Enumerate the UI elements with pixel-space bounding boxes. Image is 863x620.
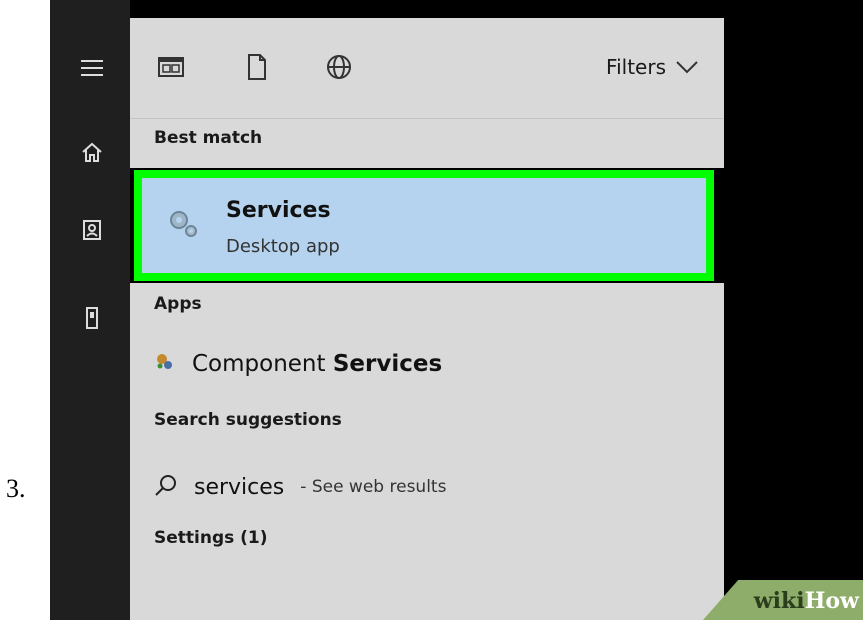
suggestion-query: services	[194, 474, 285, 500]
apps-icon[interactable]	[158, 54, 184, 80]
chevron-down-icon	[676, 55, 698, 79]
filters-button[interactable]: Filters	[606, 54, 698, 80]
contact-icon[interactable]	[80, 218, 104, 242]
apps-heading: Apps	[154, 294, 202, 314]
globe-icon[interactable]	[326, 54, 352, 80]
web-suggestion-item[interactable]: services - See web results	[154, 470, 446, 504]
taskbar-rail	[50, 0, 130, 620]
component-services-item[interactable]: Component Services	[154, 344, 442, 384]
search-suggestions-heading: Search suggestions	[154, 410, 342, 430]
best-match-heading: Best match	[154, 128, 263, 148]
tower-icon[interactable]	[80, 306, 104, 330]
search-panel: Filters Best match Services Desktop app …	[130, 18, 724, 620]
component-services-match: Services	[332, 351, 443, 377]
best-match-title: Services	[226, 198, 331, 223]
step-number: 3.	[6, 474, 26, 503]
best-match-subtitle: Desktop app	[226, 236, 340, 257]
filters-label: Filters	[606, 55, 666, 79]
search-toolbar: Filters	[130, 18, 724, 119]
component-services-icon	[154, 351, 174, 377]
windows-start-screen: Filters Best match Services Desktop app …	[50, 0, 863, 620]
component-services-prefix: Component	[192, 351, 333, 377]
settings-heading[interactable]: Settings (1)	[154, 528, 268, 548]
search-icon	[154, 473, 178, 501]
best-match-item[interactable]: Services Desktop app	[130, 168, 724, 283]
suggestion-hint: - See web results	[300, 477, 447, 497]
gears-icon	[164, 204, 204, 244]
document-icon[interactable]	[244, 54, 270, 80]
home-icon[interactable]	[80, 140, 104, 164]
best-match-highlight: Services Desktop app	[134, 170, 714, 281]
watermark-logo: wikiHow	[753, 588, 859, 614]
hamburger-menu-icon[interactable]	[80, 56, 104, 80]
